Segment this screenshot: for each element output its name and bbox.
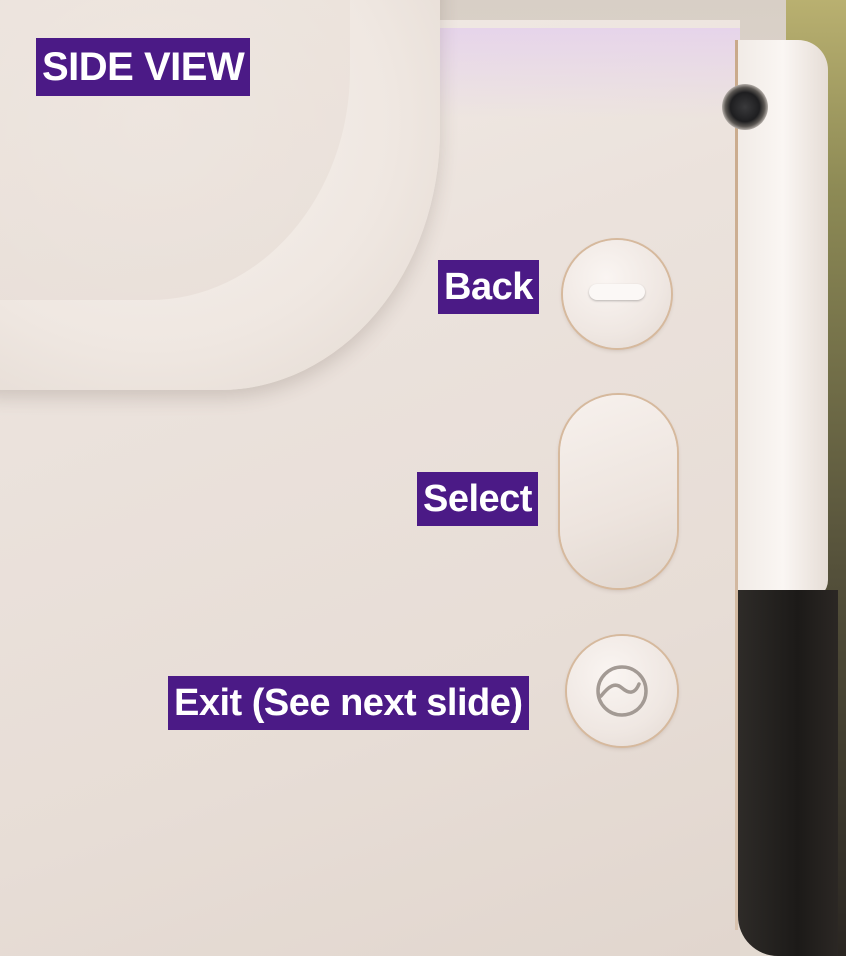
- power-swirl-icon: [596, 665, 648, 717]
- exit-label: Exit (See next slide): [168, 676, 529, 730]
- exit-button[interactable]: [567, 636, 677, 746]
- back-label: Back: [438, 260, 539, 314]
- screw-icon: [722, 84, 768, 130]
- side-view-photo: SIDE VIEW Back Select Exit (See next sli…: [0, 0, 846, 956]
- dash-icon: [589, 284, 645, 300]
- back-button[interactable]: [563, 240, 671, 348]
- select-label: Select: [417, 472, 538, 526]
- side-view-label: SIDE VIEW: [36, 38, 251, 96]
- select-button[interactable]: [560, 395, 677, 588]
- device-end-cap-dark: [738, 590, 838, 956]
